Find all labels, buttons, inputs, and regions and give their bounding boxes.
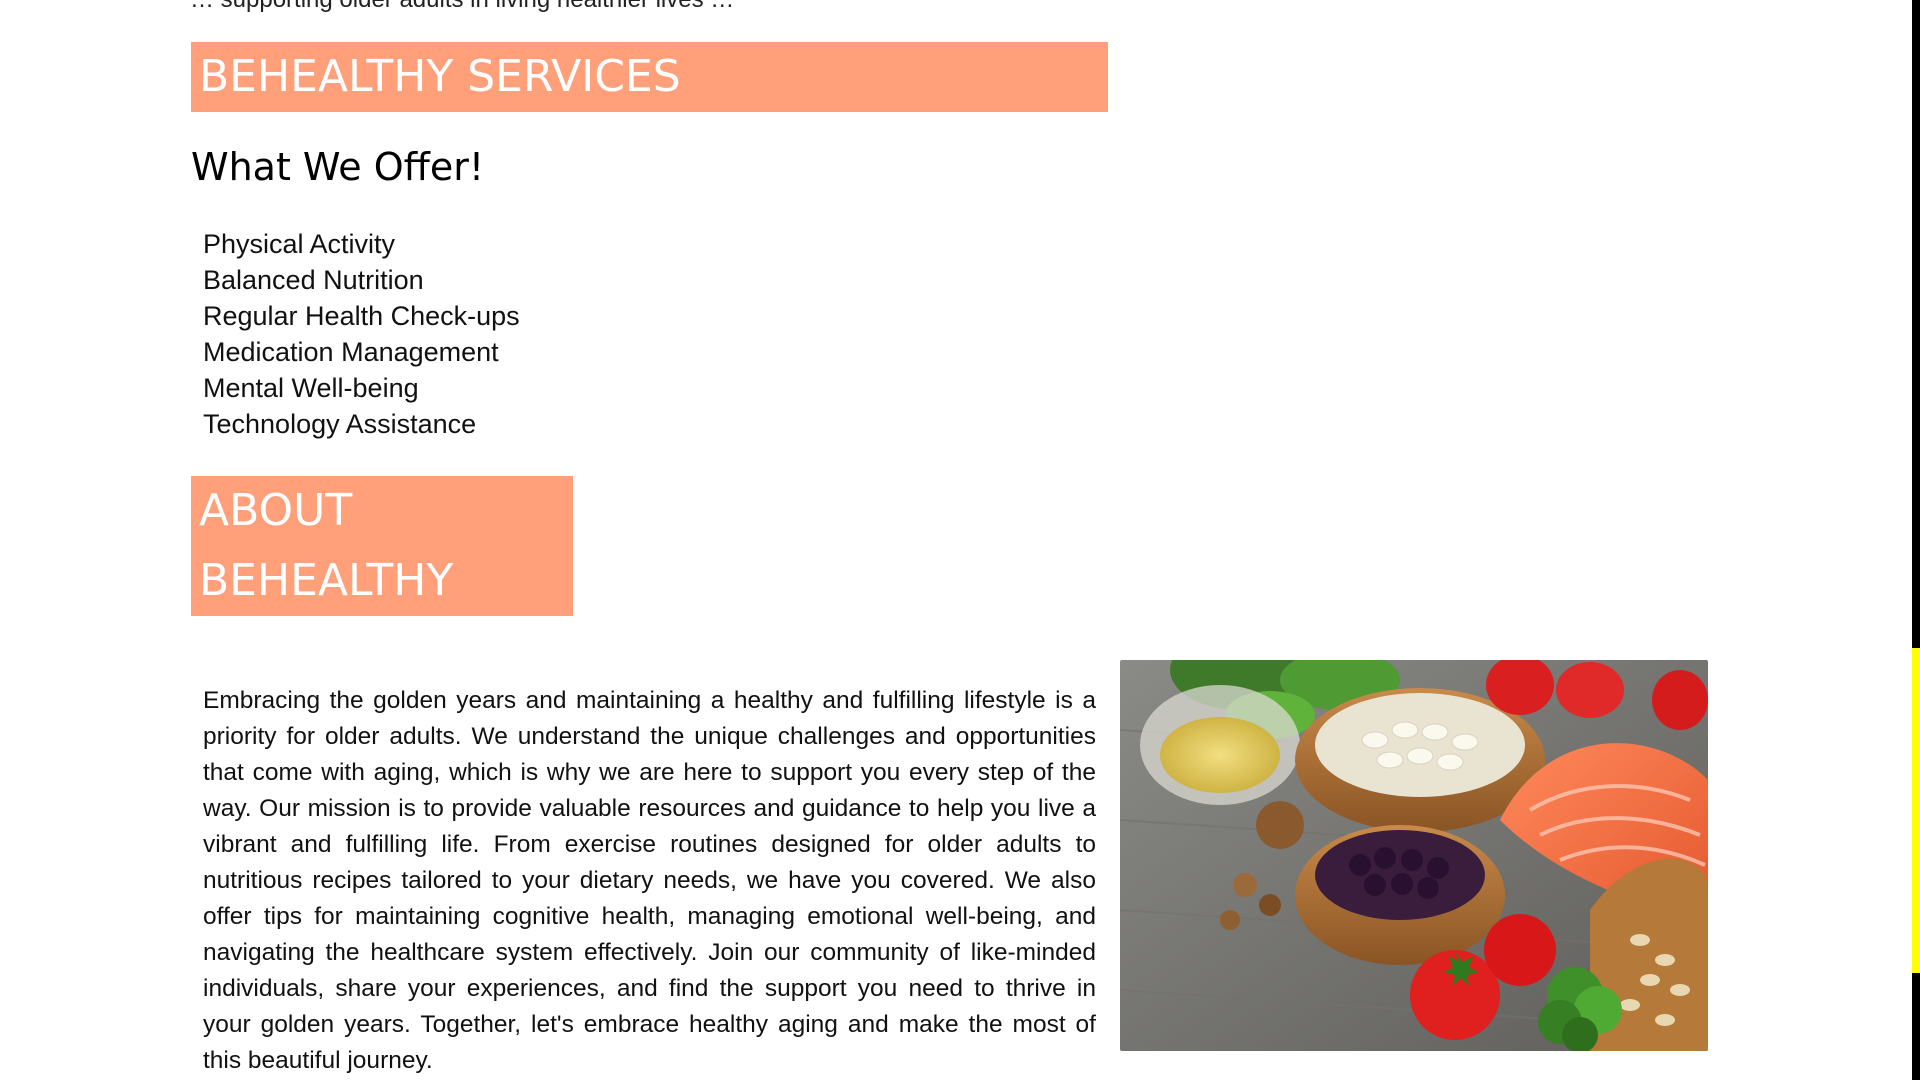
services-banner: BEHEALTHY SERVICES bbox=[191, 42, 1108, 112]
service-item-mental-wellbeing: Mental Well-being bbox=[203, 373, 419, 403]
about-heading-line1: ABOUT bbox=[199, 485, 353, 536]
about-banner: ABOUT BEHEALTHY bbox=[191, 476, 573, 616]
healthy-food-image bbox=[1120, 660, 1708, 1051]
scrollbar-thumb[interactable] bbox=[1912, 648, 1920, 973]
service-item-physical-activity: Physical Activity bbox=[203, 229, 396, 259]
previous-section-text: … supporting older adults in living heal… bbox=[190, 0, 734, 14]
services-heading: BEHEALTHY SERVICES bbox=[199, 51, 681, 102]
healthy-food-illustration bbox=[1120, 660, 1708, 1051]
service-item-balanced-nutrition: Balanced Nutrition bbox=[203, 265, 424, 295]
service-item-medication-management: Medication Management bbox=[203, 337, 499, 367]
service-item-health-checkups: Regular Health Check-ups bbox=[203, 301, 520, 331]
services-list: Physical Activity Balanced Nutrition Reg… bbox=[203, 226, 520, 442]
about-paragraph: Embracing the golden years and maintaini… bbox=[203, 686, 1096, 1074]
page: … supporting older adults in living heal… bbox=[0, 0, 1920, 1080]
service-item-technology-assistance: Technology Assistance bbox=[203, 409, 477, 439]
offer-title: What We Offer! bbox=[191, 145, 485, 189]
about-heading-line2: BEHEALTHY bbox=[199, 555, 454, 606]
